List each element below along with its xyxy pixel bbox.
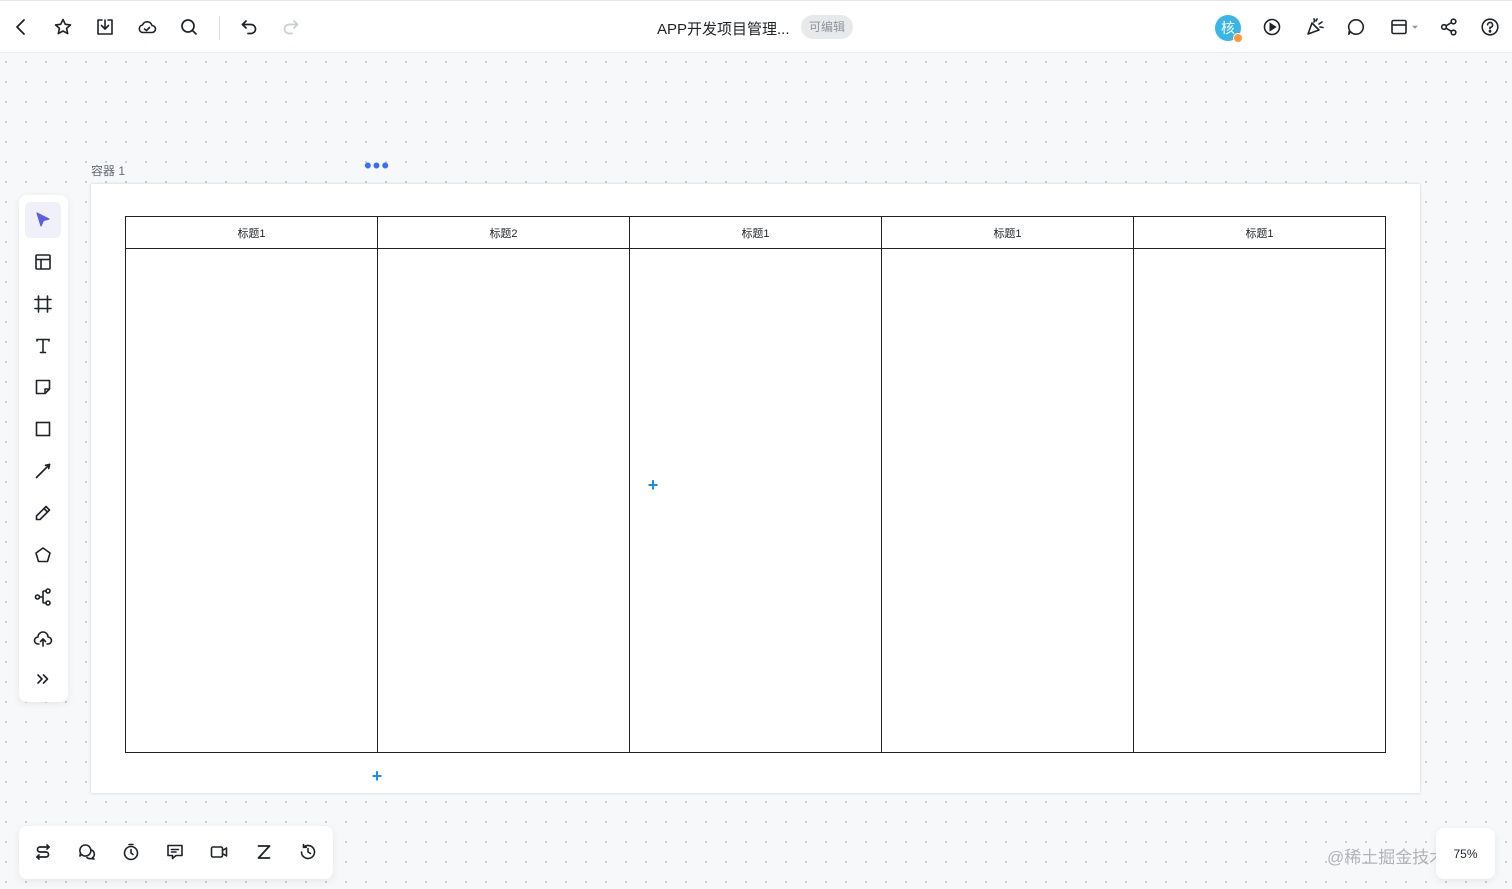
star-icon[interactable] [49,13,77,41]
cloud-icon[interactable] [133,13,161,41]
document-title[interactable]: APP开发项目管理... [657,18,790,39]
download-icon[interactable] [91,13,119,41]
add-column-button[interactable]: + [644,476,662,494]
frame-tool[interactable] [25,286,61,322]
more-tools-icon [37,674,49,684]
comment-button[interactable] [161,838,189,866]
kanban-column[interactable]: 标题1 [881,217,1133,752]
flow-icon [36,844,50,860]
history-button[interactable] [294,838,322,866]
back-icon[interactable] [7,13,35,41]
upload-tool[interactable] [25,621,61,657]
video-icon [210,846,228,858]
kanban-column-body[interactable] [882,249,1133,752]
edit-permission-badge: 可编辑 [801,15,854,39]
kanban-column-body[interactable] [126,249,377,752]
kanban-column-header[interactable]: 标题1 [882,217,1133,249]
kanban-column-body[interactable] [378,249,629,752]
kanban-column-header[interactable]: 标题1 [1134,217,1385,249]
kanban-column-body[interactable] [630,249,881,752]
chat-icon [79,844,96,860]
frame-icon [34,295,52,313]
polygon-icon [35,547,51,563]
kanban-column-header[interactable]: 标题1 [630,217,881,249]
z-button[interactable] [250,838,278,866]
kanban-column[interactable]: 标题2 [377,217,629,752]
line-tool[interactable] [25,453,61,489]
template-tool[interactable] [25,244,61,280]
kanban-column[interactable]: 标题1 [126,217,377,752]
kanban-column-body[interactable] [1134,249,1385,752]
rectangle-tool[interactable] [25,411,61,447]
comment-icon[interactable] [1342,13,1370,41]
bottom-toolbar [19,826,333,879]
left-toolbar [19,195,68,702]
avatar-status-dot [1233,33,1243,43]
help-icon[interactable] [1476,13,1504,41]
container-label[interactable]: 容器 1 [91,162,125,179]
timer-icon [123,843,139,861]
rectangle-icon [35,421,51,437]
video-button[interactable] [205,838,233,866]
pen-icon [35,505,51,521]
polygon-tool[interactable] [25,537,61,573]
search-icon[interactable] [175,13,203,41]
share-icon[interactable] [1435,13,1463,41]
sticky-note-icon [35,379,51,395]
flow-button[interactable] [29,838,57,866]
select-icon [36,212,50,227]
kanban-column-header[interactable]: 标题2 [378,217,629,249]
text-icon [36,338,50,354]
toolbar-divider [219,16,220,40]
kanban-column[interactable]: 标题1 [1133,217,1385,752]
redo-icon[interactable] [277,13,305,41]
mindmap-icon [34,588,51,606]
container-more-button[interactable]: ••• [363,153,391,178]
celebrate-icon[interactable] [1301,13,1329,41]
zoom-level-button[interactable]: 75% [1436,828,1495,879]
upload-icon [33,631,53,647]
z-icon [257,845,271,859]
timer-button[interactable] [117,838,145,866]
kanban-table[interactable]: 标题1 标题2 标题1 标题1 标题1 [125,216,1386,753]
chevron-down-icon[interactable] [1407,13,1423,41]
sticky-note-tool[interactable] [25,369,61,405]
template-icon [35,254,51,270]
add-row-button[interactable]: + [368,767,386,785]
comment-icon [167,844,183,860]
undo-icon[interactable] [235,13,263,41]
select-tool[interactable] [25,202,61,238]
kanban-column[interactable]: 标题1 [629,217,881,752]
present-icon[interactable] [1258,13,1286,41]
text-tool[interactable] [25,328,61,364]
kanban-column-header[interactable]: 标题1 [126,217,377,249]
mindmap-tool[interactable] [25,579,61,615]
line-icon [35,463,51,479]
history-icon [300,843,316,860]
chat-button[interactable] [73,838,101,866]
top-bar: APP开发项目管理... 可编辑 核 [0,0,1512,53]
more-tools-button[interactable] [25,661,61,697]
pen-tool[interactable] [25,495,61,531]
